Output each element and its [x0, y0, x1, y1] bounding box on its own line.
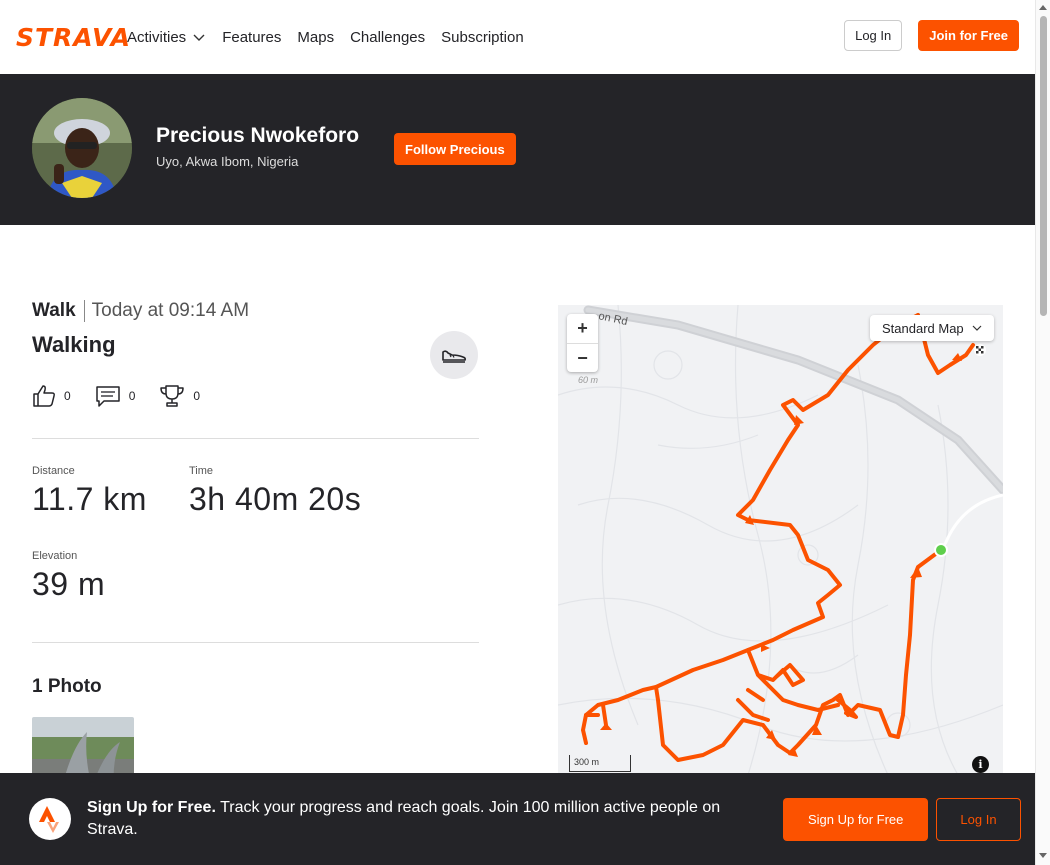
- comment-icon: [95, 386, 120, 407]
- zoom-in-button[interactable]: +: [567, 314, 598, 343]
- trophy-icon: [160, 385, 185, 407]
- strava-mark-icon: [29, 798, 71, 840]
- athlete-name[interactable]: Precious Nwokeforo: [156, 124, 359, 148]
- activity-route: [581, 313, 975, 762]
- map-style-select[interactable]: Standard Map: [870, 315, 994, 341]
- athlete-header: Precious Nwokeforo Uyo, Akwa Ibom, Niger…: [0, 74, 1035, 225]
- nav-actions: Log In Join for Free: [844, 20, 1019, 51]
- thumbs-up-icon: [33, 385, 55, 407]
- route-map[interactable]: on Rd 60 m + − Standard Map 300 m i: [558, 305, 1003, 775]
- stat-distance: Distance 11.7 km: [32, 465, 147, 518]
- activity-date: Today at 09:14 AM: [91, 300, 250, 321]
- photos-title: 1 Photo: [32, 676, 102, 697]
- activity-type: Walk: [32, 300, 85, 322]
- divider: [32, 438, 479, 439]
- page-scrollbar[interactable]: [1035, 0, 1050, 865]
- nav-activities[interactable]: Activities: [127, 29, 206, 46]
- comments-button[interactable]: 0: [95, 384, 136, 408]
- kudos-count: 0: [64, 389, 71, 403]
- info-icon[interactable]: i: [972, 756, 989, 773]
- strava-logo[interactable]: STRAVA: [16, 23, 130, 52]
- stat-time-value: 3h 40m 20s: [189, 481, 362, 517]
- signup-banner: Sign Up for Free. Track your progress an…: [0, 773, 1035, 865]
- nav-challenges[interactable]: Challenges: [350, 29, 425, 46]
- join-button[interactable]: Join for Free: [918, 20, 1019, 51]
- banner-signup-button[interactable]: Sign Up for Free: [783, 798, 929, 841]
- shoe-icon: [430, 331, 478, 379]
- login-button[interactable]: Log In: [844, 20, 903, 51]
- achievements-button[interactable]: 0: [159, 384, 200, 408]
- banner-message: Sign Up for Free. Track your progress an…: [87, 797, 757, 841]
- nav-features[interactable]: Features: [222, 29, 281, 46]
- stat-time-label: Time: [189, 465, 214, 477]
- stat-time: Time 3h 40m 20s: [189, 465, 361, 518]
- top-nav: STRAVA Activities Features Maps Challeng…: [0, 0, 1035, 74]
- scroll-up-arrow[interactable]: [1039, 5, 1047, 10]
- comments-count: 0: [128, 389, 136, 403]
- start-marker: [934, 543, 948, 557]
- activity-header: Walk Today at 09:14 AM: [32, 300, 249, 322]
- elevation-contour-label: 60 m: [578, 375, 599, 385]
- stat-distance-label: Distance: [32, 465, 75, 477]
- stat-elevation-value: 39 m: [32, 566, 106, 602]
- athlete-location: Uyo, Akwa Ibom, Nigeria: [156, 154, 299, 169]
- kudos-button[interactable]: 0: [32, 384, 71, 408]
- zoom-controls: + −: [567, 314, 598, 372]
- nav-links: Activities Features Maps Challenges Subs…: [127, 29, 540, 46]
- scroll-thumb[interactable]: [1040, 16, 1047, 316]
- end-marker: [974, 344, 986, 356]
- achievements-count: 0: [193, 389, 201, 403]
- avatar[interactable]: [32, 98, 132, 198]
- zoom-out-button[interactable]: −: [567, 343, 598, 372]
- nav-activities-label: Activities: [127, 28, 187, 46]
- map-scale: 300 m: [569, 755, 631, 772]
- stat-distance-value: 11.7 km: [32, 481, 147, 517]
- banner-headline: Sign Up for Free.: [87, 799, 216, 816]
- divider: [32, 642, 479, 643]
- activity-title: Walking: [32, 332, 116, 357]
- banner-login-button[interactable]: Log In: [936, 798, 1021, 841]
- follow-button[interactable]: Follow Precious: [394, 133, 516, 165]
- chevron-down-icon: [193, 34, 205, 41]
- nav-maps[interactable]: Maps: [297, 29, 334, 46]
- scroll-down-arrow[interactable]: [1039, 853, 1047, 858]
- stat-elevation: Elevation 39 m: [32, 550, 105, 603]
- nav-subscription[interactable]: Subscription: [441, 29, 524, 46]
- map-canvas: on Rd 60 m: [558, 305, 1003, 775]
- social-counts: 0 0 0: [32, 384, 200, 408]
- stat-elevation-label: Elevation: [32, 550, 78, 562]
- chevron-down-icon: [972, 325, 982, 331]
- map-style-label: Standard Map: [882, 320, 964, 336]
